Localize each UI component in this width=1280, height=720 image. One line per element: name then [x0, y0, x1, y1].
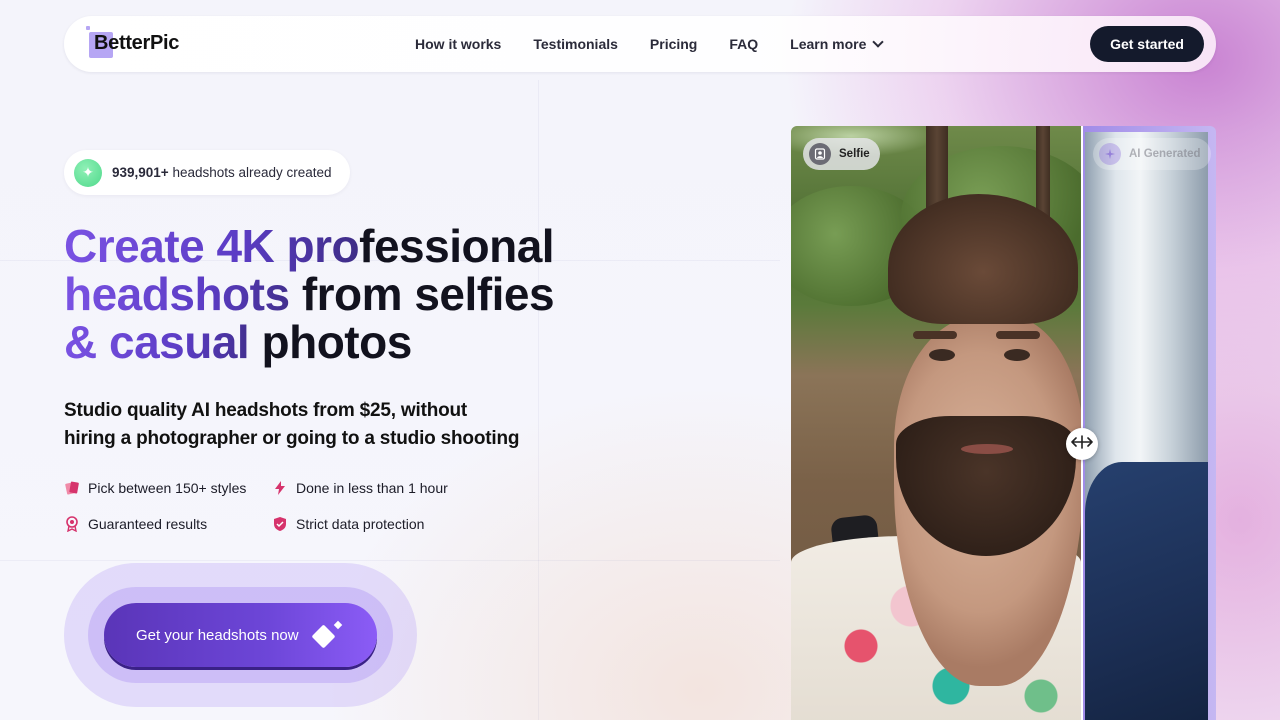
award-icon: [64, 516, 80, 532]
feature-item-speed: Done in less than 1 hour: [272, 480, 448, 496]
cta-label: Get your headshots now: [136, 626, 299, 644]
bg-grid-line: [0, 560, 780, 561]
feature-item-guarantee: Guaranteed results: [64, 516, 207, 532]
logo-dot: [86, 26, 90, 30]
headline-dark-text: fessional: [359, 220, 555, 272]
drag-arrows-icon: [1071, 434, 1093, 454]
shield-icon: [272, 516, 288, 532]
eye: [929, 349, 955, 361]
comparison-divider: [1081, 126, 1083, 720]
nav-dropdown-learn-more[interactable]: Learn more: [790, 36, 885, 52]
nav-link-label: Learn more: [790, 36, 867, 52]
lightning-icon: [272, 480, 288, 496]
get-headshots-button[interactable]: Get your headshots now: [104, 603, 377, 667]
selfie-label-text: Selfie: [839, 148, 870, 160]
headline-accent-text: Create 4K pro: [64, 220, 360, 272]
nav-link-label: Pricing: [649, 36, 698, 52]
badge-caption: headshots already created: [168, 165, 332, 180]
feature-item-styles: Pick between 150+ styles: [64, 480, 246, 496]
sparkle-diamond-icon: [311, 620, 343, 649]
suit-jacket: [1085, 462, 1208, 720]
hero-subheadline: Studio quality AI headshots from $25, wi…: [64, 397, 534, 453]
get-started-button[interactable]: Get started: [1090, 26, 1204, 62]
nav-link-pricing[interactable]: Pricing: [650, 36, 697, 52]
nav-link-label: How it works: [415, 36, 502, 52]
feature-label: Strict data protection: [296, 516, 425, 532]
nav-link-how-it-works[interactable]: How it works: [415, 36, 501, 52]
feature-label: Guaranteed results: [88, 516, 208, 532]
subheadline-line-2: hiring a photographer or going to a stud…: [64, 428, 520, 449]
badge-text: 939,901+ headshots already created: [112, 165, 332, 180]
comparison-drag-handle[interactable]: [1066, 428, 1098, 460]
subheadline-line-1: Studio quality AI headshots from $25, wi…: [64, 400, 468, 421]
nav-links: How it works Testimonials Pricing FAQ Le…: [415, 16, 885, 72]
sparkle-icon: [1099, 143, 1121, 165]
ai-photo-background: [1085, 132, 1208, 720]
headline-dark-text: photos: [261, 316, 413, 368]
nav-link-label: FAQ: [729, 36, 759, 52]
headline-line-1: Create 4K professional: [64, 222, 684, 270]
before-after-comparison[interactable]: Selfie AI Generated: [791, 126, 1216, 720]
chevron-down-icon: [872, 36, 885, 48]
cards-icon: [64, 480, 80, 496]
hero-headline: Create 4K professional headshots from se…: [64, 222, 684, 366]
bg-grid-line: [538, 80, 539, 720]
feature-label: Done in less than 1 hour: [296, 480, 448, 496]
badge-count: 939,901+: [112, 165, 169, 180]
top-navbar: BetterPic How it works Testimonials Pric…: [64, 16, 1216, 72]
headline-accent-text: & casual: [64, 316, 262, 368]
eye: [1004, 349, 1030, 361]
feature-label: Pick between 150+ styles: [88, 480, 247, 496]
nav-link-faq[interactable]: FAQ: [729, 36, 758, 52]
feature-item-privacy: Strict data protection: [272, 516, 424, 532]
nav-link-label: Testimonials: [533, 36, 618, 52]
selfie-label-tag: Selfie: [803, 138, 880, 170]
logo-text: BetterPic: [94, 32, 180, 54]
selfie-photo: [791, 126, 1101, 720]
ai-generated-label-tag: AI Generated: [1093, 138, 1211, 170]
headline-line-3: & casual photos: [64, 318, 684, 366]
portrait-icon: [809, 143, 831, 165]
nav-link-testimonials[interactable]: Testimonials: [533, 36, 618, 52]
eyebrow: [996, 331, 1040, 339]
betterpic-logo[interactable]: BetterPic: [86, 26, 206, 62]
headshots-count-badge: ✦ 939,901+ headshots already created: [64, 150, 350, 195]
mouth: [961, 444, 1013, 454]
headline-accent-text: headshots: [64, 268, 302, 320]
headline-dark-text: from selfies: [301, 268, 555, 320]
ai-generated-photo: [1081, 126, 1216, 720]
sparkle-icon: ✦: [74, 158, 102, 187]
ai-label-text: AI Generated: [1129, 148, 1201, 160]
eyebrow: [913, 331, 957, 339]
headline-line-2: headshots from selfies: [64, 270, 684, 318]
